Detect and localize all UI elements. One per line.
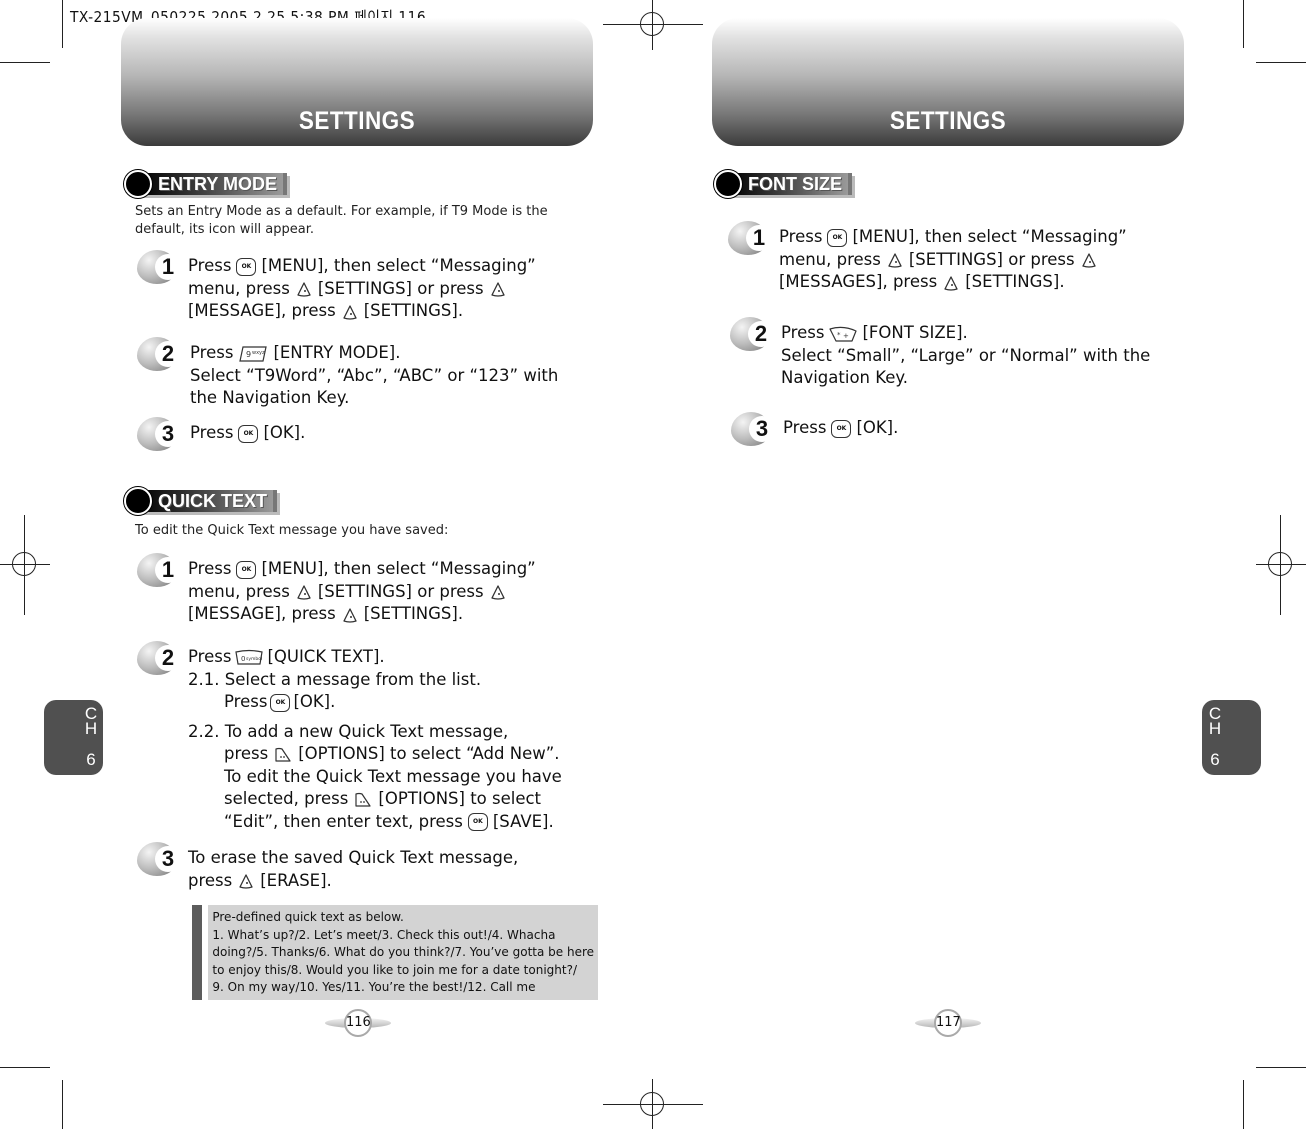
0-symbol-key-icon: 0 symbol — [234, 649, 264, 667]
options-key-icon — [273, 746, 293, 764]
svg-text:+: + — [843, 332, 849, 340]
left-soft-key-icon — [341, 303, 359, 321]
ok-key-icon: OK — [827, 228, 848, 247]
left-soft-key-icon — [295, 583, 313, 601]
step-badge: 3 — [137, 842, 181, 876]
bullet-dot-icon — [124, 487, 152, 515]
registration-mark-icon — [640, 12, 664, 36]
section-intro: To edit the Quick Text message you have … — [135, 523, 449, 538]
options-key-icon — [353, 791, 373, 809]
step-instructions: Press * + [FONT SIZE]. Select “Small”, “Lar… — [781, 323, 1151, 387]
section-intro: Sets an Entry Mode as a default. For exa… — [135, 204, 548, 237]
step-instructions: Press OK [OK]. — [783, 418, 899, 438]
section-title-font-size: FONT SIZE — [714, 170, 852, 198]
9-wxyz-key-icon: 9 wxyz — [238, 345, 268, 363]
right-page-header: SETTINGS — [712, 18, 1184, 146]
right-soft-key-icon — [237, 872, 255, 890]
registration-mark-icon — [12, 552, 36, 576]
left-soft-key-icon — [295, 280, 313, 298]
step-badge: 2 — [730, 317, 774, 351]
page-number: 116 — [323, 1009, 393, 1037]
step-badge: 1 — [137, 250, 181, 284]
svg-text:*: * — [837, 331, 841, 339]
ok-key-icon: OK — [831, 419, 852, 438]
step-instructions: Press 0 symbol [QUICK TEXT]. 2.1. Select a … — [188, 647, 562, 831]
step-instructions: Press OK [MENU], then select “Messaging” m… — [188, 256, 536, 321]
chapter-tab: CH 6 — [44, 700, 103, 775]
step-badge: 2 — [137, 337, 181, 371]
ok-key-icon: OK — [270, 693, 291, 712]
step-instructions: Press OK [MENU], then select “Messaging” m… — [188, 559, 536, 624]
step-instructions: Press OK [OK]. — [190, 423, 306, 443]
registration-mark-icon — [1268, 552, 1292, 576]
step-badge: 2 — [137, 641, 181, 675]
section-title-entry-mode: ENTRY MODE — [124, 170, 288, 198]
left-soft-key-icon — [886, 251, 904, 269]
step-badge: 3 — [137, 417, 181, 451]
ok-key-icon: OK — [236, 560, 257, 579]
bullet-dot-icon — [714, 170, 742, 198]
predefined-quick-text-note: Pre-defined quick text as below. 1. What… — [192, 905, 598, 1000]
svg-text:0: 0 — [241, 655, 245, 663]
chapter-tab: CH 6 — [1202, 700, 1261, 775]
ok-key-icon: OK — [238, 424, 259, 443]
registration-mark-icon — [640, 1092, 664, 1116]
right-soft-key-icon — [489, 583, 507, 601]
step-instructions: Press OK [MENU], then select “Messaging” m… — [779, 227, 1127, 292]
ok-key-icon: OK — [236, 257, 257, 276]
left-soft-key-icon — [942, 274, 960, 292]
page-number: 117 — [913, 1009, 983, 1037]
section-title-quick-text: QUICK TEXT — [124, 487, 278, 515]
step-badge: 1 — [137, 553, 181, 587]
note-stripe — [192, 905, 203, 1000]
star-key-icon: * + — [828, 325, 858, 343]
left-page-header: SETTINGS — [121, 18, 593, 146]
svg-text:symbol: symbol — [246, 656, 262, 662]
step-badge: 3 — [731, 412, 775, 446]
page-title: SETTINGS — [889, 107, 1007, 135]
bullet-dot-icon — [124, 170, 152, 198]
svg-text:9: 9 — [246, 350, 251, 359]
right-soft-key-icon — [489, 280, 507, 298]
step-badge: 1 — [728, 221, 772, 255]
svg-text:wxyz: wxyz — [252, 350, 265, 356]
page-title: SETTINGS — [298, 107, 416, 135]
step-instructions: To erase the saved Quick Text message, p… — [188, 848, 519, 890]
ok-key-icon: OK — [467, 813, 488, 831]
right-soft-key-icon — [1080, 251, 1098, 269]
step-instructions: Press 9 wxyz [ENTRY MODE]. Select “T9Word”,… — [190, 343, 559, 407]
left-soft-key-icon — [341, 606, 359, 624]
